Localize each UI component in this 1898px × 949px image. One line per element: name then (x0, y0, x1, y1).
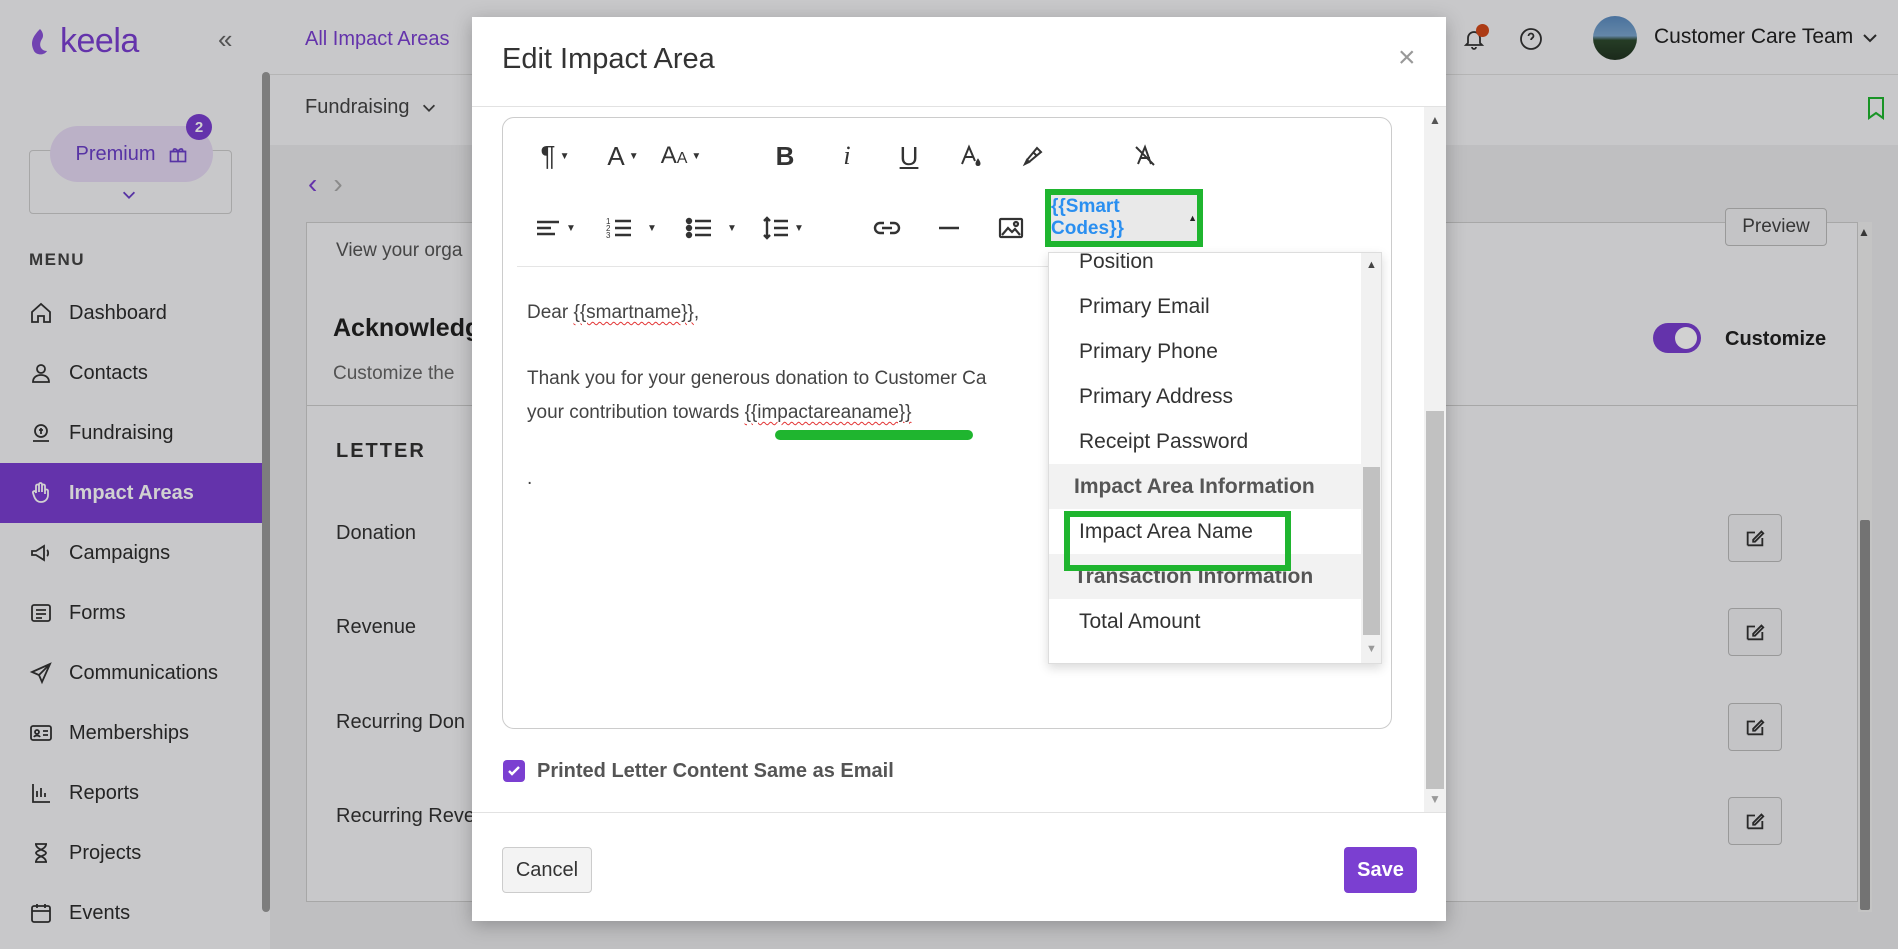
ordered-list-icon: 123 (606, 217, 632, 240)
dropdown-item-primary-phone[interactable]: Primary Phone (1049, 329, 1361, 374)
cancel-button[interactable]: Cancel (502, 847, 592, 893)
text-color-icon (961, 144, 981, 167)
horizontal-rule-button[interactable] (929, 203, 969, 253)
font-icon: A (607, 140, 625, 171)
checkmark-icon (508, 766, 520, 776)
italic-icon: i (843, 141, 851, 170)
caret-down-icon: ▼ (647, 222, 657, 234)
impactareaname-code: {{impactareaname}} (744, 402, 912, 423)
modal-footer-divider (472, 812, 1446, 813)
same-content-checkbox[interactable] (503, 760, 525, 782)
same-content-label: Printed Letter Content Same as Email (537, 760, 894, 782)
italic-button[interactable]: i (827, 131, 867, 181)
align-button[interactable]: ▼ (531, 203, 579, 253)
line-height-button[interactable]: ▼ (755, 203, 811, 253)
scroll-up-arrow-icon[interactable]: ▲ (1426, 113, 1444, 127)
greeting-suffix: , (693, 302, 700, 323)
caret-down-icon: ▼ (559, 150, 570, 162)
font-family-button[interactable]: A ▼ (599, 131, 647, 181)
greeting-text: Dear (527, 302, 574, 323)
scroll-down-arrow-icon[interactable]: ▼ (1363, 643, 1380, 655)
font-size-icon: AA (660, 142, 688, 169)
paragraph-icon: ¶ (540, 140, 556, 171)
clear-format-icon (1135, 144, 1155, 166)
caret-down-icon: ▼ (794, 222, 804, 234)
dropdown-item-total-amount[interactable]: Total Amount (1049, 599, 1361, 644)
dropdown-scrollbar-thumb[interactable] (1363, 467, 1380, 635)
caret-down-icon: ▼ (691, 150, 702, 162)
bold-icon: B (775, 140, 795, 171)
align-left-icon (537, 220, 560, 236)
smart-codes-dropdown: Position Primary Email Primary Phone Pri… (1048, 252, 1382, 664)
modal-header-divider (472, 106, 1446, 107)
bold-button[interactable]: B (765, 131, 805, 181)
insert-image-button[interactable] (991, 203, 1031, 253)
close-icon[interactable]: × (1398, 41, 1416, 75)
caret-down-icon: ▼ (566, 222, 576, 234)
scroll-up-arrow-icon[interactable]: ▲ (1363, 259, 1380, 271)
smart-codes-button[interactable]: {{Smart Codes}} ▲ (1045, 189, 1203, 247)
save-button[interactable]: Save (1344, 847, 1417, 893)
smart-codes-label: {{Smart Codes}} (1051, 196, 1124, 239)
svg-text:3: 3 (606, 231, 611, 240)
period-text: . (527, 468, 533, 489)
link-icon (873, 221, 901, 235)
ordered-list-button[interactable]: 1 2 3 ▼ (599, 203, 663, 253)
annotation-underline (775, 430, 973, 440)
highlighter-icon (1022, 146, 1043, 167)
image-icon (998, 217, 1024, 239)
caret-down-icon: ▼ (628, 150, 639, 162)
dropdown-group-impact-area: Impact Area Information (1049, 464, 1361, 509)
insert-link-button[interactable] (867, 203, 907, 253)
dropdown-item-receipt-password[interactable]: Receipt Password (1049, 419, 1361, 464)
clear-format-button[interactable] (1125, 131, 1165, 181)
contribution-text: your contribution towards (527, 402, 745, 423)
horizontal-line-icon (939, 226, 959, 230)
scroll-down-arrow-icon[interactable]: ▼ (1426, 792, 1444, 806)
smartname-code: {{smartname}} (573, 302, 694, 323)
dropdown-item-impact-area-name[interactable]: Impact Area Name (1049, 509, 1361, 554)
underline-button[interactable]: U (889, 131, 929, 181)
line-height-icon (763, 216, 789, 240)
dropdown-group-transaction: Transaction Information (1049, 554, 1361, 599)
dropdown-item-primary-email[interactable]: Primary Email (1049, 284, 1361, 329)
caret-up-icon: ▲ (1188, 213, 1197, 223)
bullet-list-icon (685, 217, 712, 239)
caret-down-icon: ▼ (727, 222, 737, 234)
highlight-button[interactable] (1013, 131, 1053, 181)
underline-icon: U (899, 140, 919, 171)
bullet-list-button[interactable]: ▼ (679, 203, 743, 253)
text-color-button[interactable] (951, 131, 991, 181)
thank-you-text: Thank you for your generous donation to … (527, 368, 987, 389)
modal-scrollbar-thumb[interactable] (1426, 411, 1444, 789)
editor-content[interactable]: Dear {{smartname}}, Thank you for your g… (527, 296, 1047, 496)
dropdown-item-primary-address[interactable]: Primary Address (1049, 374, 1361, 419)
modal-title: Edit Impact Area (502, 43, 715, 75)
dropdown-item-position[interactable]: Position (1049, 253, 1361, 284)
paragraph-format-button[interactable]: ¶ ▼ (531, 131, 579, 181)
font-size-button[interactable]: AA ▼ (653, 131, 709, 181)
